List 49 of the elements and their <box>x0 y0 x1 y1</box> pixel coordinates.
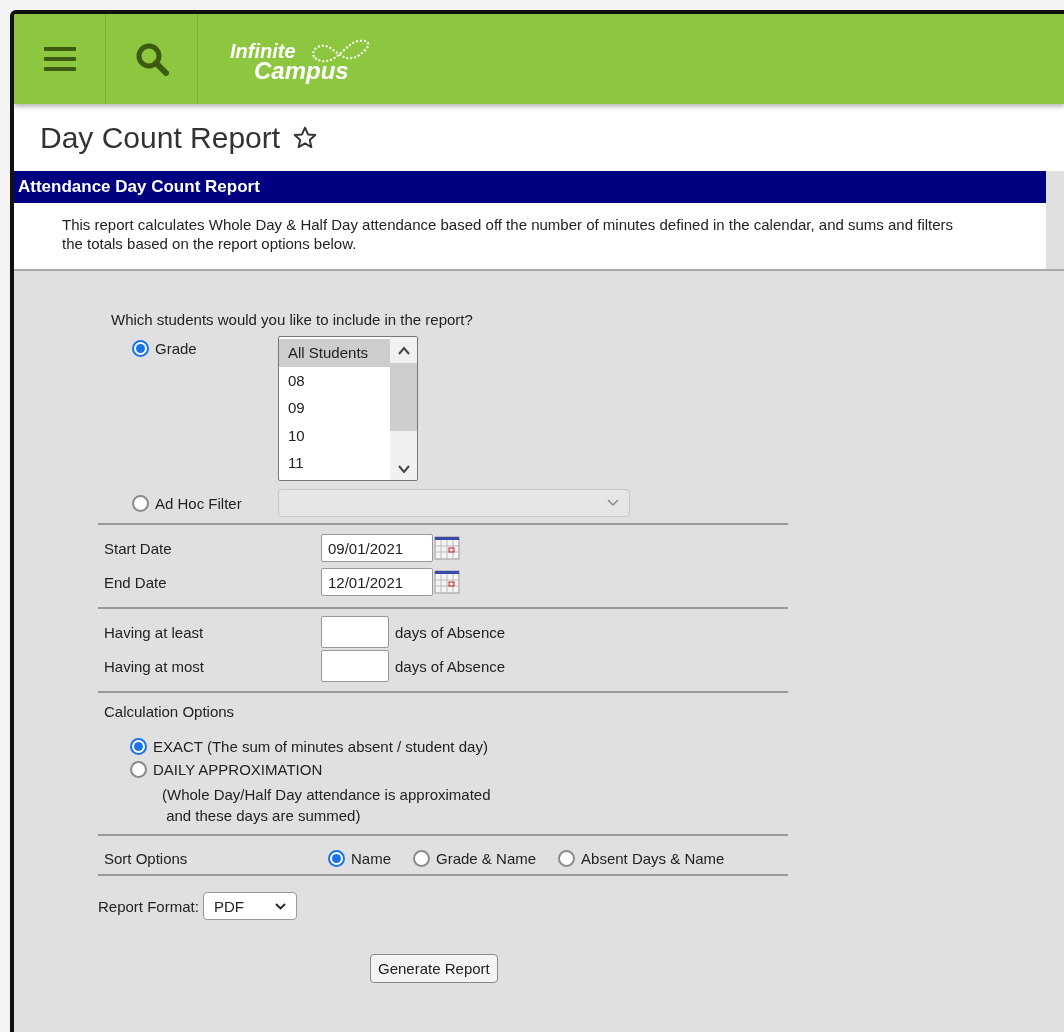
date-field[interactable]: 09/01/2021 <box>321 534 433 562</box>
radio-button[interactable] <box>413 849 430 867</box>
description-text: This report calculates Whole Day & Half Day attendance based off the number of minutes defined in the calendar, and sums and filters the totals based on the report options below. <box>61 215 955 254</box>
section-header: Attendance Day Count Report <box>14 171 1046 203</box>
radio-label: Absent Days & Name <box>581 849 725 867</box>
page-title: Day Count Report <box>40 120 281 155</box>
calendar-icon[interactable] <box>434 569 460 595</box>
radio-label: Grade & Name <box>436 849 537 867</box>
list-item[interactable]: 10 <box>279 421 390 449</box>
note-text: (Whole Day/Half Day attendance is approximated and these days are summed) <box>162 785 492 826</box>
scroll-thumb[interactable] <box>390 363 417 431</box>
field-suffix: days of Absence <box>395 657 506 675</box>
radio-label: DAILY APPROXIMATION <box>153 761 323 778</box>
generate-report-button[interactable]: Generate Report <box>370 954 498 983</box>
chevron-down-icon <box>607 499 619 507</box>
menu-icon[interactable] <box>43 46 76 72</box>
format-dropdown[interactable]: PDF <box>202 892 297 920</box>
list-item[interactable]: All Students <box>279 339 390 367</box>
field-label: Having at least <box>104 623 205 641</box>
field-suffix: days of Absence <box>395 623 506 641</box>
date-field[interactable]: 12/01/2021 <box>321 568 433 596</box>
radio-label: Name <box>351 849 391 867</box>
list-item[interactable]: 08 <box>279 366 390 394</box>
search-icon[interactable] <box>134 42 169 76</box>
list-item[interactable]: 09 <box>279 394 390 422</box>
number-field[interactable] <box>321 616 389 648</box>
section-label: Calculation Options <box>104 703 236 720</box>
scrollbar[interactable] <box>390 337 417 480</box>
calendar-icon[interactable] <box>434 535 460 561</box>
field-label: Report Format: <box>98 897 199 915</box>
radio-button[interactable] <box>132 494 149 512</box>
field-label: Having at most <box>104 657 206 675</box>
radio-label: Grade <box>155 340 197 357</box>
section-label: Sort Options <box>104 849 189 867</box>
list-item[interactable]: 11 <box>279 449 390 477</box>
radio-button[interactable] <box>558 849 576 867</box>
field-label: Start Date <box>104 539 173 557</box>
radio-label: Ad Hoc Filter <box>155 494 242 512</box>
radio-button[interactable] <box>130 761 147 778</box>
field-label: End Date <box>104 573 168 591</box>
radio-button[interactable] <box>328 849 345 867</box>
radio-label: EXACT (The sum of minutes absent / student day) <box>153 738 488 755</box>
radio-button[interactable] <box>130 738 147 755</box>
question-text: Which students would you like to include in the report? <box>111 311 474 328</box>
chevron-down-icon <box>274 902 286 910</box>
grade-listbox[interactable]: All Students 08 09 10 11 <box>278 336 418 481</box>
radio-button[interactable] <box>132 340 149 357</box>
number-field[interactable] <box>321 650 389 682</box>
star-icon[interactable] <box>292 124 319 151</box>
